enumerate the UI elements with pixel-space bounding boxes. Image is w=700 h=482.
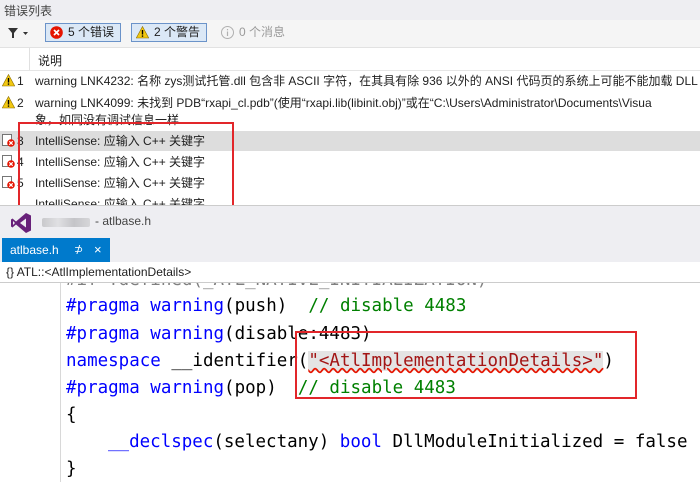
navigation-bar: {} ATL::<AtlImplementationDetails> (0, 262, 700, 283)
error-icon (2, 134, 15, 147)
error-icon (2, 176, 15, 189)
warning-icon (2, 96, 15, 109)
keyword-bool: bool (339, 432, 382, 452)
visual-studio-logo-icon (11, 213, 31, 233)
editor-file-caption: - atlbase.h (95, 214, 152, 228)
pragma-directive: #pragma warning (66, 324, 225, 344)
pragma-directive: #pragma warning (66, 378, 225, 398)
filter-icon (8, 28, 28, 38)
tab-atlbase-h[interactable]: atlbase.h ⊅ × (2, 238, 110, 262)
pin-icon[interactable]: ⊅ (74, 238, 83, 262)
column-divider (29, 48, 30, 70)
error-icon (2, 155, 15, 168)
tab-label: atlbase.h (10, 243, 59, 257)
blurred-project-name (42, 218, 90, 227)
code-text: DllModuleInitialized = false (381, 432, 688, 452)
filter-dropdown[interactable] (5, 24, 33, 43)
code-text: (pop) (224, 378, 298, 398)
code-text: __identifier( (160, 351, 309, 371)
keyword-namespace: namespace (66, 351, 161, 371)
keyword-declspec: __declspec (108, 432, 214, 452)
error-list-title-bar: 错误列表 (0, 0, 700, 20)
pragma-directive: #pragma warning (66, 296, 225, 316)
warnings-count-label: 2 个警告 (154, 25, 201, 39)
column-header: 说明 (0, 48, 700, 71)
warning-icon (2, 74, 15, 87)
errors-count-label: 5 个错误 (68, 25, 115, 39)
warnings-filter-button[interactable]: 2 个警告 (131, 23, 208, 42)
code-text: (push) (224, 296, 309, 316)
code-line: #pragma warning(push) // disable 4483 (66, 293, 466, 320)
code-line: { (66, 405, 77, 425)
code-text: (selectany) (213, 432, 340, 452)
code-line: } (66, 459, 77, 479)
code-indent-guide (60, 283, 61, 482)
description-column-header[interactable]: 说明 (38, 52, 62, 69)
highlight-box-code (295, 331, 637, 399)
code-line: __declspec(selectany) bool DllModuleInit… (108, 429, 688, 456)
error-list-toolbar: 5 个错误 2 个警告 0 个消息 (0, 20, 700, 48)
messages-filter-button[interactable]: 0 个消息 (216, 23, 292, 42)
info-icon (221, 26, 234, 39)
code-comment: // disable 4483 (308, 296, 467, 316)
close-tab-icon[interactable]: × (94, 238, 102, 262)
error-list-row[interactable]: 1 warning LNK4232: 名称 zys测试托管.dll 包含非 AS… (0, 71, 700, 91)
error-list-title: 错误列表 (4, 4, 53, 18)
row-number: 1 (17, 74, 24, 88)
warning-icon (136, 26, 149, 39)
errors-filter-button[interactable]: 5 个错误 (45, 23, 122, 42)
highlight-box-errors (18, 122, 234, 208)
row-description: warning LNK4232: 名称 zys测试托管.dll 包含非 ASCI… (35, 74, 698, 88)
error-icon (50, 26, 63, 39)
scope-dropdown[interactable]: {} ATL::<AtlImplementationDetails> (6, 265, 191, 279)
messages-count-label: 0 个消息 (239, 25, 286, 39)
